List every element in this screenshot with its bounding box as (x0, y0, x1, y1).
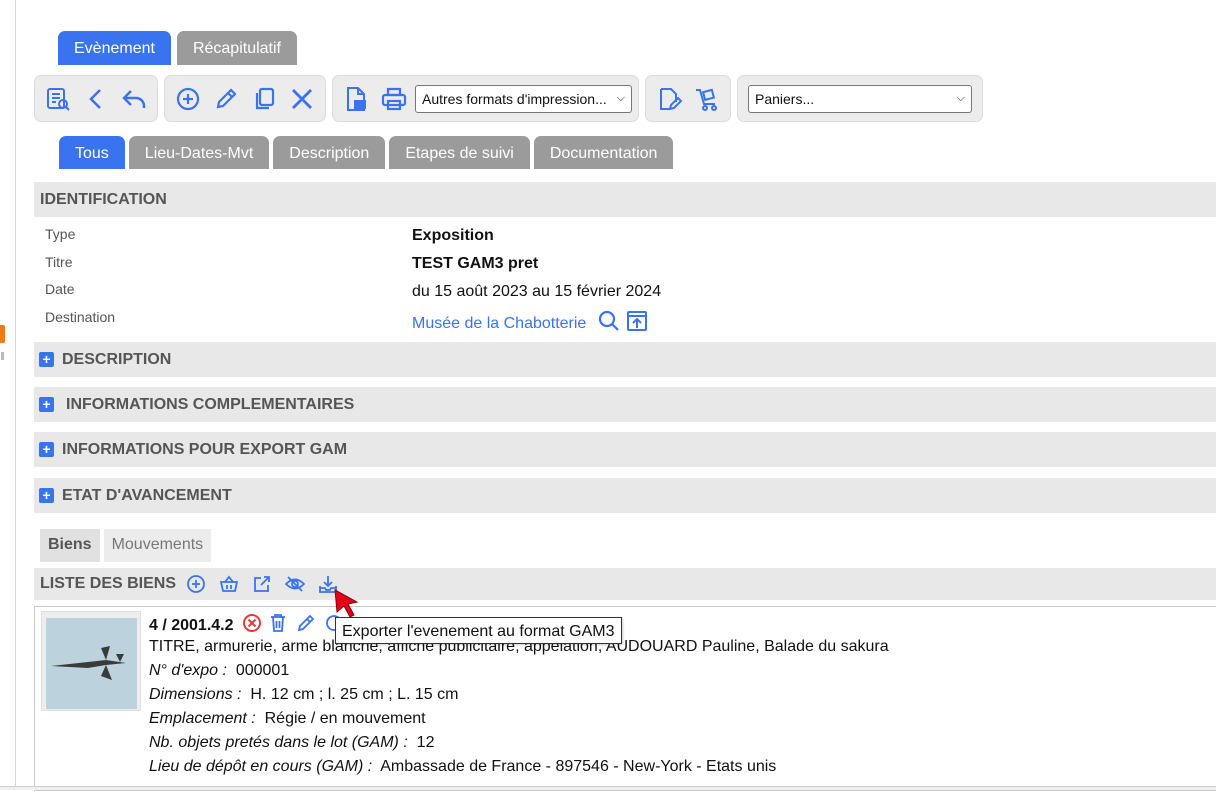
main-tabs: Evènement Récapitulatif (58, 31, 297, 65)
field-label-type: Type (45, 226, 76, 242)
clipboard-edit-icon[interactable] (652, 82, 686, 116)
print-format-select-value: Autres formats d'impression... (422, 90, 607, 107)
item-row-nb-objets: Nb. objets pretés dans le lot (GAM) : 12 (149, 734, 434, 752)
item-image (46, 618, 137, 709)
open-record-icon[interactable] (626, 310, 648, 337)
print-format-select[interactable]: Autres formats d'impression... ⌵ (415, 84, 632, 113)
tab-tous[interactable]: Tous (59, 136, 125, 169)
section-informations-complementaires[interactable]: + INFORMATIONS COMPLEMENTAIRES (34, 387, 1216, 422)
back-icon[interactable] (79, 82, 113, 116)
delete-icon[interactable] (285, 82, 319, 116)
item-number[interactable]: 4 / 2001.4.2 (149, 617, 234, 635)
row-label: N° d'expo : (149, 662, 227, 679)
edit-icon[interactable] (209, 82, 243, 116)
list-item: 4 / 2001.4.2 TITRE, armurerie, arme blan… (34, 606, 1216, 791)
weapon-image (51, 646, 126, 680)
item-thumbnail[interactable] (41, 611, 141, 711)
row-value: 000001 (235, 662, 290, 679)
row-label: Lieu de dépôt en cours (GAM) : (149, 758, 373, 775)
section-etat-avancement[interactable]: + ETAT D'AVANCEMENT (34, 478, 1216, 513)
destination-link[interactable]: Musée de la Chabotterie (412, 315, 586, 333)
field-value-titre: TEST GAM3 pret (412, 255, 539, 272)
external-link-icon[interactable] (250, 572, 274, 596)
tooltip-export-gam3: Exporter l'evenement au format GAM3 (335, 617, 622, 644)
tab-evenement[interactable]: Evènement (58, 31, 171, 65)
rail-dot (1, 352, 4, 360)
sub-tabs: Tous Lieu-Dates-Mvt Description Etapes d… (59, 136, 674, 169)
list-title: LISTE DES BIENS (40, 575, 177, 592)
row-value: 12 (416, 734, 435, 751)
section-identification: IDENTIFICATION (34, 182, 1216, 217)
section-title: INFORMATIONS POUR EXPORT GAM (62, 440, 348, 458)
row-value: H. 12 cm ; l. 25 cm ; L. 15 cm (250, 686, 459, 703)
item-row-lieu-depot: Lieu de dépôt en cours (GAM) : Ambassade… (149, 758, 776, 776)
expand-icon[interactable]: + (39, 352, 54, 367)
list-search-icon[interactable] (41, 82, 75, 116)
chevron-down-icon: ⌵ (956, 92, 965, 104)
row-label: Emplacement : (149, 710, 256, 727)
copy-icon[interactable] (247, 82, 281, 116)
trash-icon[interactable] (268, 613, 288, 638)
remove-circle-icon[interactable] (242, 613, 262, 638)
row-value: Ambassade de France - 897546 - New-York … (380, 758, 777, 775)
basket-select[interactable]: Paniers... ⌵ (748, 84, 972, 113)
cart-icon[interactable] (690, 82, 724, 116)
basket-select-value: Paniers... (755, 90, 815, 107)
left-rail (0, 0, 16, 790)
item-row-emplacement: Emplacement : Régie / en mouvement (149, 710, 426, 728)
field-destination-row: Musée de la Chabotterie (412, 310, 648, 337)
expand-icon[interactable]: + (39, 488, 54, 503)
tab-documentation[interactable]: Documentation (533, 136, 674, 169)
mouse-cursor-icon (334, 589, 359, 618)
eye-off-icon[interactable] (283, 572, 307, 596)
field-label-destination: Destination (45, 309, 116, 325)
tab-recapitulatif[interactable]: Récapitulatif (176, 31, 297, 65)
section-title: ETAT D'AVANCEMENT (62, 486, 232, 504)
row-label: Nb. objets pretés dans le lot (GAM) : (149, 734, 408, 751)
add-icon[interactable] (171, 82, 205, 116)
pdf-icon[interactable] (339, 82, 373, 116)
edit-item-icon[interactable] (296, 613, 316, 638)
search-icon[interactable] (598, 310, 620, 337)
field-value-type: Exposition (412, 227, 494, 244)
toolbar-group-basket: Paniers... ⌵ (737, 75, 983, 122)
add-item-icon[interactable] (184, 572, 208, 596)
field-label-titre: Titre (45, 254, 73, 270)
tab-etapes-de-suivi[interactable]: Etapes de suivi (389, 136, 530, 169)
expand-icon[interactable]: + (39, 397, 54, 412)
item-row-dimensions: Dimensions : H. 12 cm ; l. 25 cm ; L. 15… (149, 686, 458, 704)
expand-icon[interactable]: + (39, 442, 54, 457)
section-title: IDENTIFICATION (40, 190, 167, 208)
section-informations-export-gam[interactable]: + INFORMATIONS POUR EXPORT GAM (34, 432, 1216, 467)
tab-description[interactable]: Description (273, 136, 386, 169)
section-description[interactable]: + DESCRIPTION (34, 342, 1216, 377)
chevron-down-icon: ⌵ (616, 92, 625, 104)
basket-icon[interactable] (217, 572, 241, 596)
tab-mouvements[interactable]: Mouvements (103, 529, 212, 562)
list-tabs: Biens Mouvements (40, 529, 212, 562)
toolbar-group-misc (645, 75, 731, 122)
toolbar-group-print: Autres formats d'impression... ⌵ (332, 75, 639, 122)
toolbar: Autres formats d'impression... ⌵ Paniers… (34, 75, 983, 122)
row-label: Dimensions : (149, 686, 242, 703)
toolbar-group-edit (164, 75, 326, 122)
field-label-date: Date (45, 281, 75, 297)
rail-marker (0, 325, 5, 343)
field-value-date: du 15 août 2023 au 15 février 2024 (412, 283, 662, 300)
tab-lieu-dates-mvt[interactable]: Lieu-Dates-Mvt (128, 136, 270, 169)
item-header: 4 / 2001.4.2 (149, 613, 344, 638)
bottom-border (0, 786, 1216, 790)
section-title: DESCRIPTION (62, 350, 172, 368)
list-header: LISTE DES BIENS (34, 568, 1216, 600)
row-value: Régie / en mouvement (264, 710, 426, 727)
tab-biens[interactable]: Biens (40, 529, 100, 562)
toolbar-group-nav (34, 75, 158, 122)
item-row-expo: N° d'expo : 000001 (149, 662, 289, 680)
section-title: INFORMATIONS COMPLEMENTAIRES (66, 395, 355, 413)
print-icon[interactable] (377, 82, 411, 116)
undo-icon[interactable] (117, 82, 151, 116)
